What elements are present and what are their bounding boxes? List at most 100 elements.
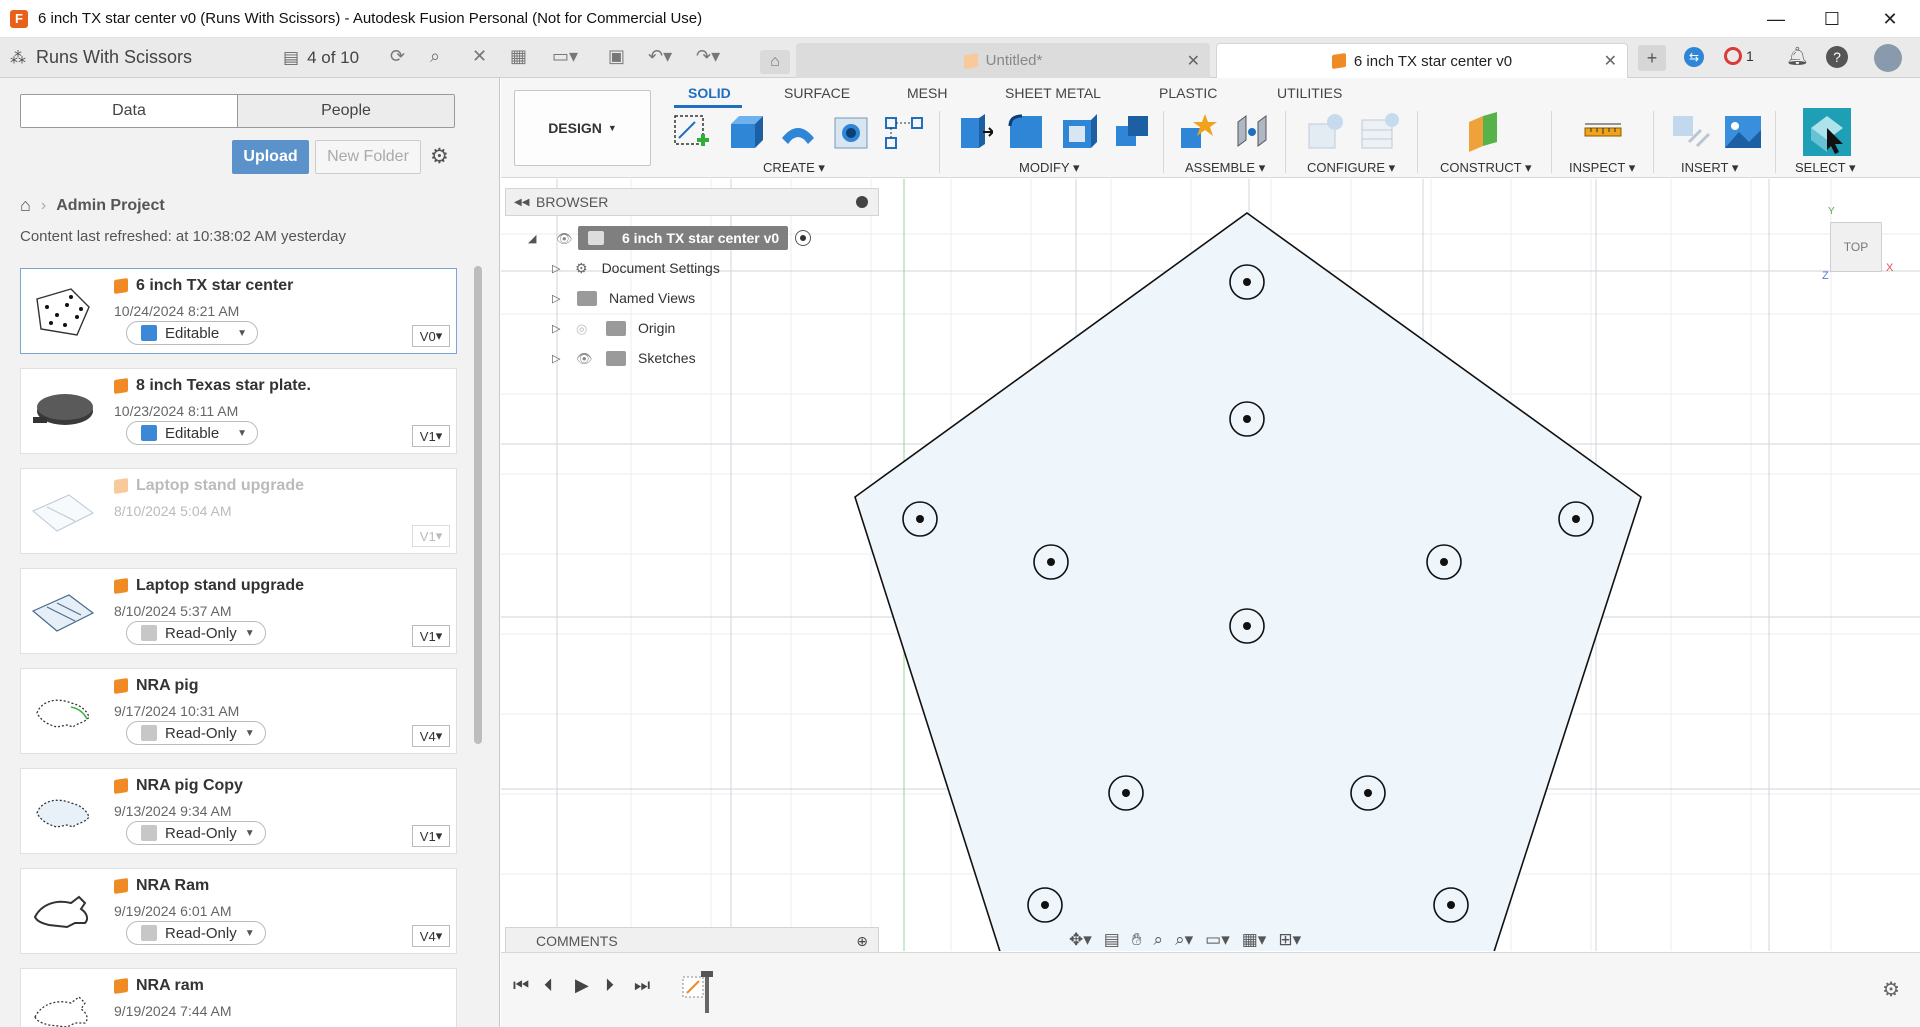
viewports-icon[interactable]: ⊞▾ [1278, 930, 1301, 950]
permission-dropdown[interactable]: Read-Only ▼ [126, 821, 266, 845]
tab-people[interactable]: People [238, 95, 454, 127]
eye-icon[interactable]: 👁︎ [576, 351, 593, 367]
browser-root-component[interactable]: 6 inch TX star center v0 [578, 226, 788, 250]
select-group-label[interactable]: SELECT ▾ [1795, 160, 1855, 176]
modify-group-label[interactable]: MODIFY ▾ [1019, 160, 1079, 176]
permission-dropdown[interactable]: Read-Only ▼ [126, 721, 266, 745]
version-dropdown[interactable]: V1 ▾ [412, 525, 450, 547]
activate-component-icon[interactable] [795, 230, 811, 246]
viewcube[interactable]: TOP [1830, 222, 1882, 272]
breadcrumb-project[interactable]: Admin Project [56, 197, 164, 215]
browser-item-named-views[interactable]: Named Views [577, 286, 695, 310]
step-back-icon[interactable]: ⏴ [544, 975, 553, 996]
play-icon[interactable]: ▶ [575, 975, 589, 996]
revolve-icon[interactable] [778, 112, 818, 152]
expand-triangle-icon[interactable]: ▷ [552, 352, 560, 365]
eye-icon[interactable]: 👁︎ [556, 231, 573, 247]
file-card[interactable]: Laptop stand upgrade 8/10/2024 5:04 AM V… [20, 468, 457, 554]
configure-table-icon[interactable] [1307, 112, 1347, 152]
new-tab-icon[interactable]: + [1638, 45, 1666, 71]
file-card[interactable]: 8 inch Texas star plate. 10/23/2024 8:11… [20, 368, 457, 454]
file-card[interactable]: NRA ram 9/19/2024 7:44 AM [20, 968, 457, 1027]
construct-group-label[interactable]: CONSTRUCT ▾ [1440, 160, 1532, 176]
tab-6-inch-tx-star[interactable]: 6 inch TX star center v0 ✕ [1216, 43, 1628, 78]
minimize-button[interactable]: — [1748, 0, 1804, 38]
permission-dropdown[interactable]: Editable ▼ [126, 421, 258, 445]
shell-icon[interactable] [1059, 112, 1099, 152]
pattern-icon[interactable] [884, 112, 924, 152]
zoom-icon[interactable]: ⌕ [1154, 930, 1164, 950]
design-canvas[interactable] [501, 179, 1920, 951]
upload-button[interactable]: Upload [232, 140, 309, 174]
workspace-switcher[interactable]: DESIGN ▼ [514, 90, 651, 166]
file-list-scrollbar[interactable] [474, 266, 482, 744]
fillet-icon[interactable] [1006, 112, 1046, 152]
tab-mesh[interactable]: MESH [907, 85, 947, 101]
tab-data[interactable]: Data [21, 95, 238, 127]
tab-solid[interactable]: SOLID [688, 85, 731, 101]
look-at-icon[interactable]: ▤ [1104, 930, 1120, 950]
insert-derive-icon[interactable] [1671, 112, 1711, 152]
file-card[interactable]: 6 inch TX star center 10/24/2024 8:21 AM… [20, 268, 457, 354]
tab-utilities[interactable]: UTILITIES [1277, 85, 1342, 101]
joint-icon[interactable] [1232, 112, 1272, 152]
insert-group-label[interactable]: INSERT ▾ [1681, 160, 1738, 176]
help-icon[interactable]: ? [1826, 46, 1848, 68]
avatar[interactable] [1874, 44, 1902, 72]
refresh-icon[interactable]: ⟳ [390, 46, 405, 67]
save-icon[interactable]: ▣ [608, 46, 625, 67]
expand-triangle-icon[interactable]: ▷ [552, 262, 560, 275]
eye-hidden-icon[interactable]: ◎ [576, 321, 587, 337]
inspect-group-label[interactable]: INSPECT ▾ [1569, 160, 1635, 176]
timeline-sketch-feature-icon[interactable] [681, 971, 717, 1013]
version-dropdown[interactable]: V1 ▾ [412, 425, 450, 447]
create-group-label[interactable]: CREATE ▾ [763, 160, 825, 176]
undo-icon[interactable]: ↶▾ [648, 46, 672, 67]
maximize-button[interactable]: ☐ [1804, 0, 1860, 38]
file-page-count[interactable]: ▤ 4 of 10 [283, 48, 359, 68]
file-card[interactable]: NRA pig 9/17/2024 10:31 AM Read-Only ▼ V4… [20, 668, 457, 754]
comments-panel-header[interactable]: COMMENTS ⊕ [505, 927, 879, 955]
redo-icon[interactable]: ↷▾ [696, 46, 720, 67]
tab-plastic[interactable]: PLASTIC [1159, 85, 1217, 101]
permission-dropdown[interactable]: Read-Only ▼ [126, 921, 266, 945]
new-folder-button[interactable]: New Folder [315, 140, 421, 174]
job-status-icon[interactable]: 1 [1724, 47, 1754, 65]
configure-group-label[interactable]: CONFIGURE ▾ [1307, 160, 1395, 176]
collapse-browser-icon[interactable]: ◀◀ [514, 197, 529, 208]
version-dropdown[interactable]: V1 ▾ [412, 625, 450, 647]
insert-canvas-icon[interactable] [1723, 112, 1763, 152]
sketch-viewport[interactable] [501, 179, 1920, 951]
browser-item-origin[interactable]: Origin [606, 316, 675, 340]
team-switcher[interactable]: ⁂ Runs With Scissors [10, 47, 192, 68]
press-pull-icon[interactable] [953, 112, 993, 152]
file-card[interactable]: Laptop stand upgrade 8/10/2024 5:37 AM R… [20, 568, 457, 654]
expand-triangle-icon[interactable]: ◢ [528, 232, 536, 245]
extrude-icon[interactable] [725, 112, 765, 152]
orbit-icon[interactable]: ✥▾ [1069, 930, 1092, 950]
expand-triangle-icon[interactable]: ▷ [552, 292, 560, 305]
add-comment-icon[interactable]: ⊕ [856, 933, 868, 950]
version-dropdown[interactable]: V0 ▾ [412, 325, 450, 347]
home-tab-icon[interactable]: ⌂ [760, 50, 790, 74]
timeline-settings-gear-icon[interactable]: ⚙ [1882, 977, 1900, 1002]
file-card[interactable]: NRA Ram 9/19/2024 6:01 AM Read-Only ▼ V4 ▾ [20, 868, 457, 954]
permission-dropdown[interactable]: Editable ▼ [126, 321, 258, 345]
gear-icon[interactable]: ⚙ [430, 144, 449, 169]
new-component-icon[interactable] [1179, 112, 1219, 152]
bell-icon[interactable]: 🔔︎ [1786, 46, 1809, 67]
close-tab-icon[interactable]: ✕ [1187, 51, 1200, 71]
search-icon[interactable]: ⌕ [430, 46, 440, 67]
home-icon[interactable]: ⌂ [20, 195, 31, 216]
pan-icon[interactable]: ✋︎ [1132, 930, 1142, 950]
assemble-group-label[interactable]: ASSEMBLE ▾ [1185, 160, 1265, 176]
tab-surface[interactable]: SURFACE [784, 85, 850, 101]
zoom-window-icon[interactable]: ⌕▾ [1175, 930, 1193, 950]
permission-dropdown[interactable]: Read-Only ▼ [126, 621, 266, 645]
minimize-browser-icon[interactable] [856, 196, 868, 208]
tab-untitled[interactable]: Untitled* ✕ [796, 43, 1210, 78]
file-menu-icon[interactable]: ▭▾ [552, 46, 578, 67]
create-sketch-icon[interactable] [671, 112, 711, 152]
display-settings-icon[interactable]: ▭▾ [1205, 930, 1230, 950]
go-to-start-icon[interactable]: ⏮ [513, 975, 529, 996]
